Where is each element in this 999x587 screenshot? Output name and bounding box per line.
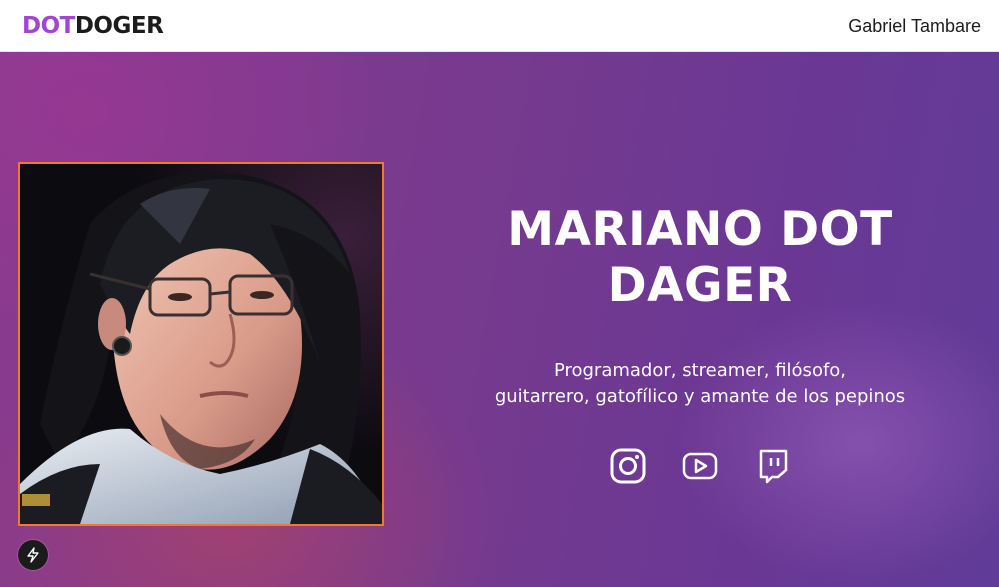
youtube-link[interactable]: [682, 448, 718, 484]
instagram-icon: [610, 448, 646, 484]
site-logo[interactable]: DOTDOGER: [22, 12, 164, 40]
tagline-line-1: Programador, streamer, filósofo,: [553, 360, 847, 381]
twitch-icon: [759, 449, 788, 484]
twitch-link[interactable]: [755, 448, 791, 484]
instagram-link[interactable]: [610, 448, 646, 484]
hero-title-line-2: DAGER: [607, 258, 793, 313]
hero-title-line-1: MARIANO DOT: [507, 202, 893, 257]
portrait-illustration: [20, 164, 382, 524]
user-name[interactable]: Gabriel Tambare: [848, 15, 981, 37]
hero-title: MARIANO DOT DAGER: [440, 202, 960, 314]
social-links: [610, 448, 790, 488]
hero-tagline: Programador, streamer, filósofo, guitarr…: [440, 358, 960, 410]
logo-dot-text: DOT: [22, 13, 75, 39]
lightning-bolt-icon: [27, 547, 39, 563]
top-navbar: DOTDOGER Gabriel Tambare: [0, 0, 999, 52]
logo-doger-text: DOGER: [74, 13, 164, 39]
bolt-badge[interactable]: [18, 540, 48, 570]
profile-portrait: [18, 162, 384, 526]
tagline-line-2: guitarrero, gatofílico y amante de los p…: [494, 386, 906, 407]
youtube-icon: [682, 452, 718, 480]
hero-section: MARIANO DOT DAGER Programador, streamer,…: [0, 52, 999, 587]
